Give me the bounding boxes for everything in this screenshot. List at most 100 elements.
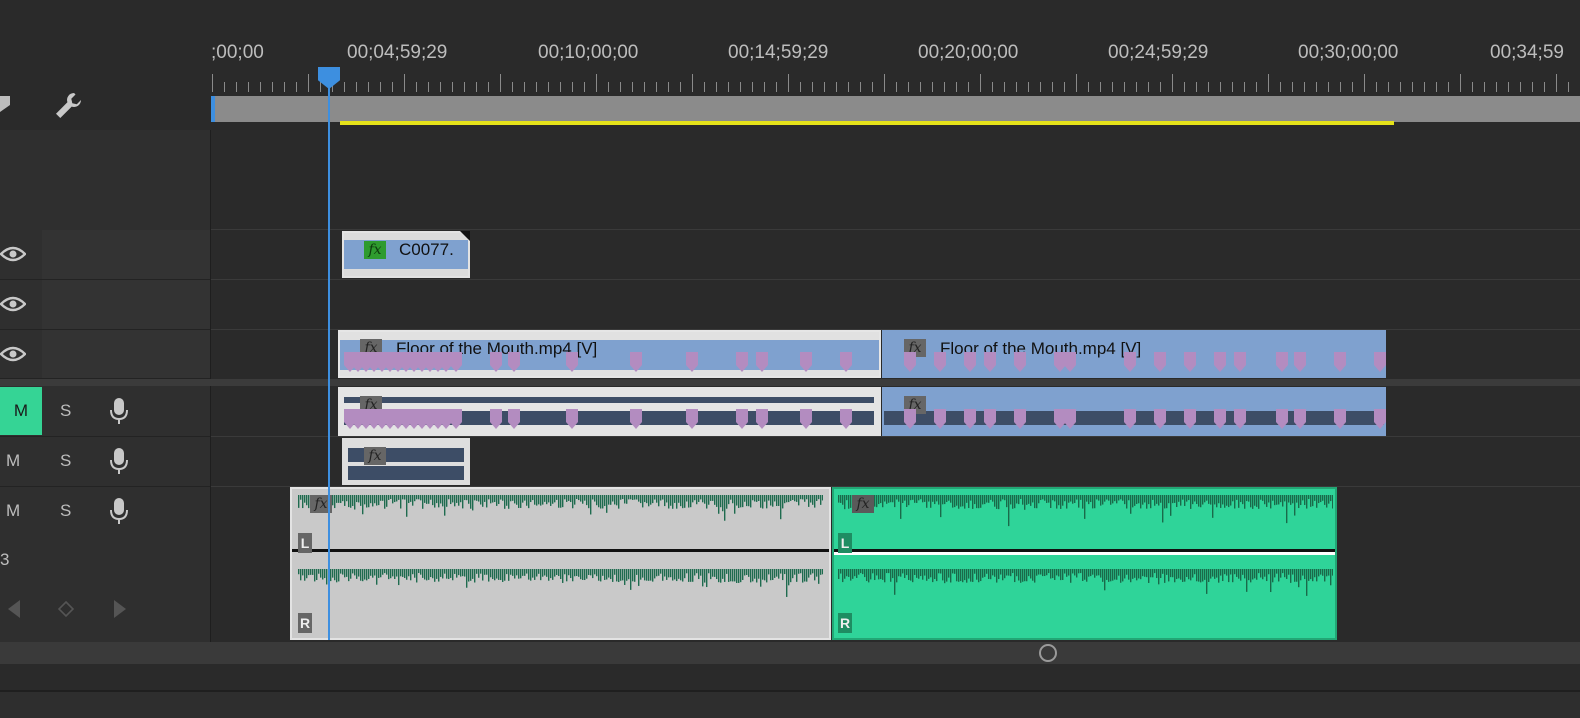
clip-marker[interactable] (1014, 409, 1026, 429)
audio-clip-a3-1[interactable]: fx L R (290, 487, 831, 640)
clip-marker[interactable] (934, 409, 946, 429)
track-header-v1-body[interactable] (42, 330, 210, 378)
video-clip-floor-of-mouth-1[interactable]: fx Floor of the Mouth.mp4 [V] (338, 330, 881, 378)
clip-marker[interactable] (800, 352, 812, 372)
next-keyframe-icon[interactable] (114, 600, 128, 618)
eye-icon[interactable] (0, 296, 26, 312)
clip-marker[interactable] (1184, 409, 1196, 429)
video-audio-divider[interactable] (0, 379, 1580, 386)
clip-marker[interactable] (1334, 409, 1346, 429)
waveform-bar (1268, 495, 1270, 503)
audio-clip-a2[interactable]: fx (342, 438, 470, 485)
prev-keyframe-icon[interactable] (8, 600, 22, 618)
fx-badge[interactable]: fx (364, 241, 386, 259)
mute-button[interactable]: M (6, 501, 20, 521)
clip-marker[interactable] (1276, 352, 1288, 372)
clip-marker[interactable] (1154, 352, 1166, 372)
eye-icon[interactable] (0, 346, 26, 362)
waveform-bar (410, 569, 412, 581)
clip-marker[interactable] (566, 352, 578, 372)
microphone-icon[interactable] (109, 397, 129, 425)
waveform-bar (424, 569, 426, 580)
waveform-bar (732, 495, 734, 504)
clip-marker[interactable] (1064, 352, 1076, 372)
horizontal-scrollbar[interactable] (0, 642, 1580, 664)
solo-button[interactable]: S (60, 451, 71, 471)
clip-marker[interactable] (1334, 352, 1346, 372)
audio-clip-a1-2[interactable]: fx (882, 387, 1386, 436)
waveform-bar (672, 495, 674, 509)
clip-marker[interactable] (904, 352, 916, 372)
solo-button[interactable]: S (60, 501, 71, 521)
clip-marker[interactable] (1234, 409, 1246, 429)
clip-marker[interactable] (1214, 352, 1226, 372)
audio-clip-a3-2[interactable]: fx L R (832, 487, 1337, 640)
track-header-v2-body[interactable] (42, 280, 210, 329)
clip-marker[interactable] (508, 352, 520, 372)
clip-marker[interactable] (508, 409, 520, 429)
playhead-line[interactable] (328, 80, 330, 640)
waveform-bar (718, 495, 720, 514)
clip-marker[interactable] (630, 409, 642, 429)
clip-marker[interactable] (630, 352, 642, 372)
waveform-bar (1126, 495, 1128, 509)
work-area-start-handle[interactable] (211, 96, 215, 122)
clip-marker[interactable] (840, 409, 852, 429)
marker-icon[interactable] (0, 96, 12, 114)
clip-marker[interactable] (736, 352, 748, 372)
video-clip-c0077[interactable]: fx C0077. (342, 231, 470, 278)
solo-button[interactable]: S (60, 401, 71, 421)
clip-marker[interactable] (450, 352, 462, 372)
clip-marker[interactable] (1064, 409, 1076, 429)
waveform-bar (878, 569, 880, 580)
zoom-scroll-handle[interactable] (1039, 644, 1057, 662)
clip-marker[interactable] (840, 352, 852, 372)
eye-icon[interactable] (0, 246, 26, 262)
clip-marker[interactable] (566, 409, 578, 429)
clip-marker[interactable] (1374, 352, 1386, 372)
mute-button[interactable]: M (6, 451, 20, 471)
clip-marker[interactable] (964, 409, 976, 429)
wrench-icon[interactable] (52, 90, 84, 122)
clip-marker[interactable] (756, 352, 768, 372)
clip-marker[interactable] (490, 352, 502, 372)
clip-marker[interactable] (1014, 352, 1026, 372)
waveform-bar (1252, 569, 1254, 580)
fx-badge[interactable]: fx (852, 495, 874, 513)
work-area-bar[interactable] (213, 96, 1580, 122)
clip-marker[interactable] (1124, 352, 1136, 372)
clip-marker[interactable] (490, 409, 502, 429)
clip-marker[interactable] (1154, 409, 1166, 429)
clip-marker[interactable] (964, 352, 976, 372)
video-clip-floor-of-mouth-2[interactable]: fx Floor of the Mouth.mp4 [V] (882, 330, 1386, 378)
track-header-v3-body[interactable] (42, 230, 210, 279)
clip-marker[interactable] (1234, 352, 1246, 372)
clip-marker[interactable] (1294, 352, 1306, 372)
audio-clip-a1-1[interactable]: fx (338, 387, 881, 436)
clip-marker[interactable] (1214, 409, 1226, 429)
time-ruler[interactable] (212, 74, 1580, 92)
waveform-bar (860, 569, 862, 574)
clip-marker[interactable] (1374, 409, 1386, 429)
clip-marker[interactable] (984, 352, 996, 372)
microphone-icon[interactable] (109, 497, 129, 525)
clip-marker[interactable] (934, 352, 946, 372)
clip-marker[interactable] (736, 409, 748, 429)
clip-marker[interactable] (450, 409, 462, 429)
clip-marker[interactable] (1124, 409, 1136, 429)
waveform-bar (1260, 569, 1262, 578)
clip-marker[interactable] (1276, 409, 1288, 429)
clip-marker[interactable] (1184, 352, 1196, 372)
clip-marker[interactable] (984, 409, 996, 429)
clip-marker[interactable] (800, 409, 812, 429)
clip-marker[interactable] (1294, 409, 1306, 429)
clip-marker[interactable] (756, 409, 768, 429)
microphone-icon[interactable] (109, 447, 129, 475)
clip-marker[interactable] (686, 409, 698, 429)
clip-marker[interactable] (686, 352, 698, 372)
mute-button[interactable]: M (0, 387, 42, 435)
clip-marker[interactable] (904, 409, 916, 429)
add-keyframe-icon[interactable] (58, 601, 74, 617)
waveform-bar (786, 495, 788, 503)
fx-badge[interactable]: fx (364, 447, 386, 465)
